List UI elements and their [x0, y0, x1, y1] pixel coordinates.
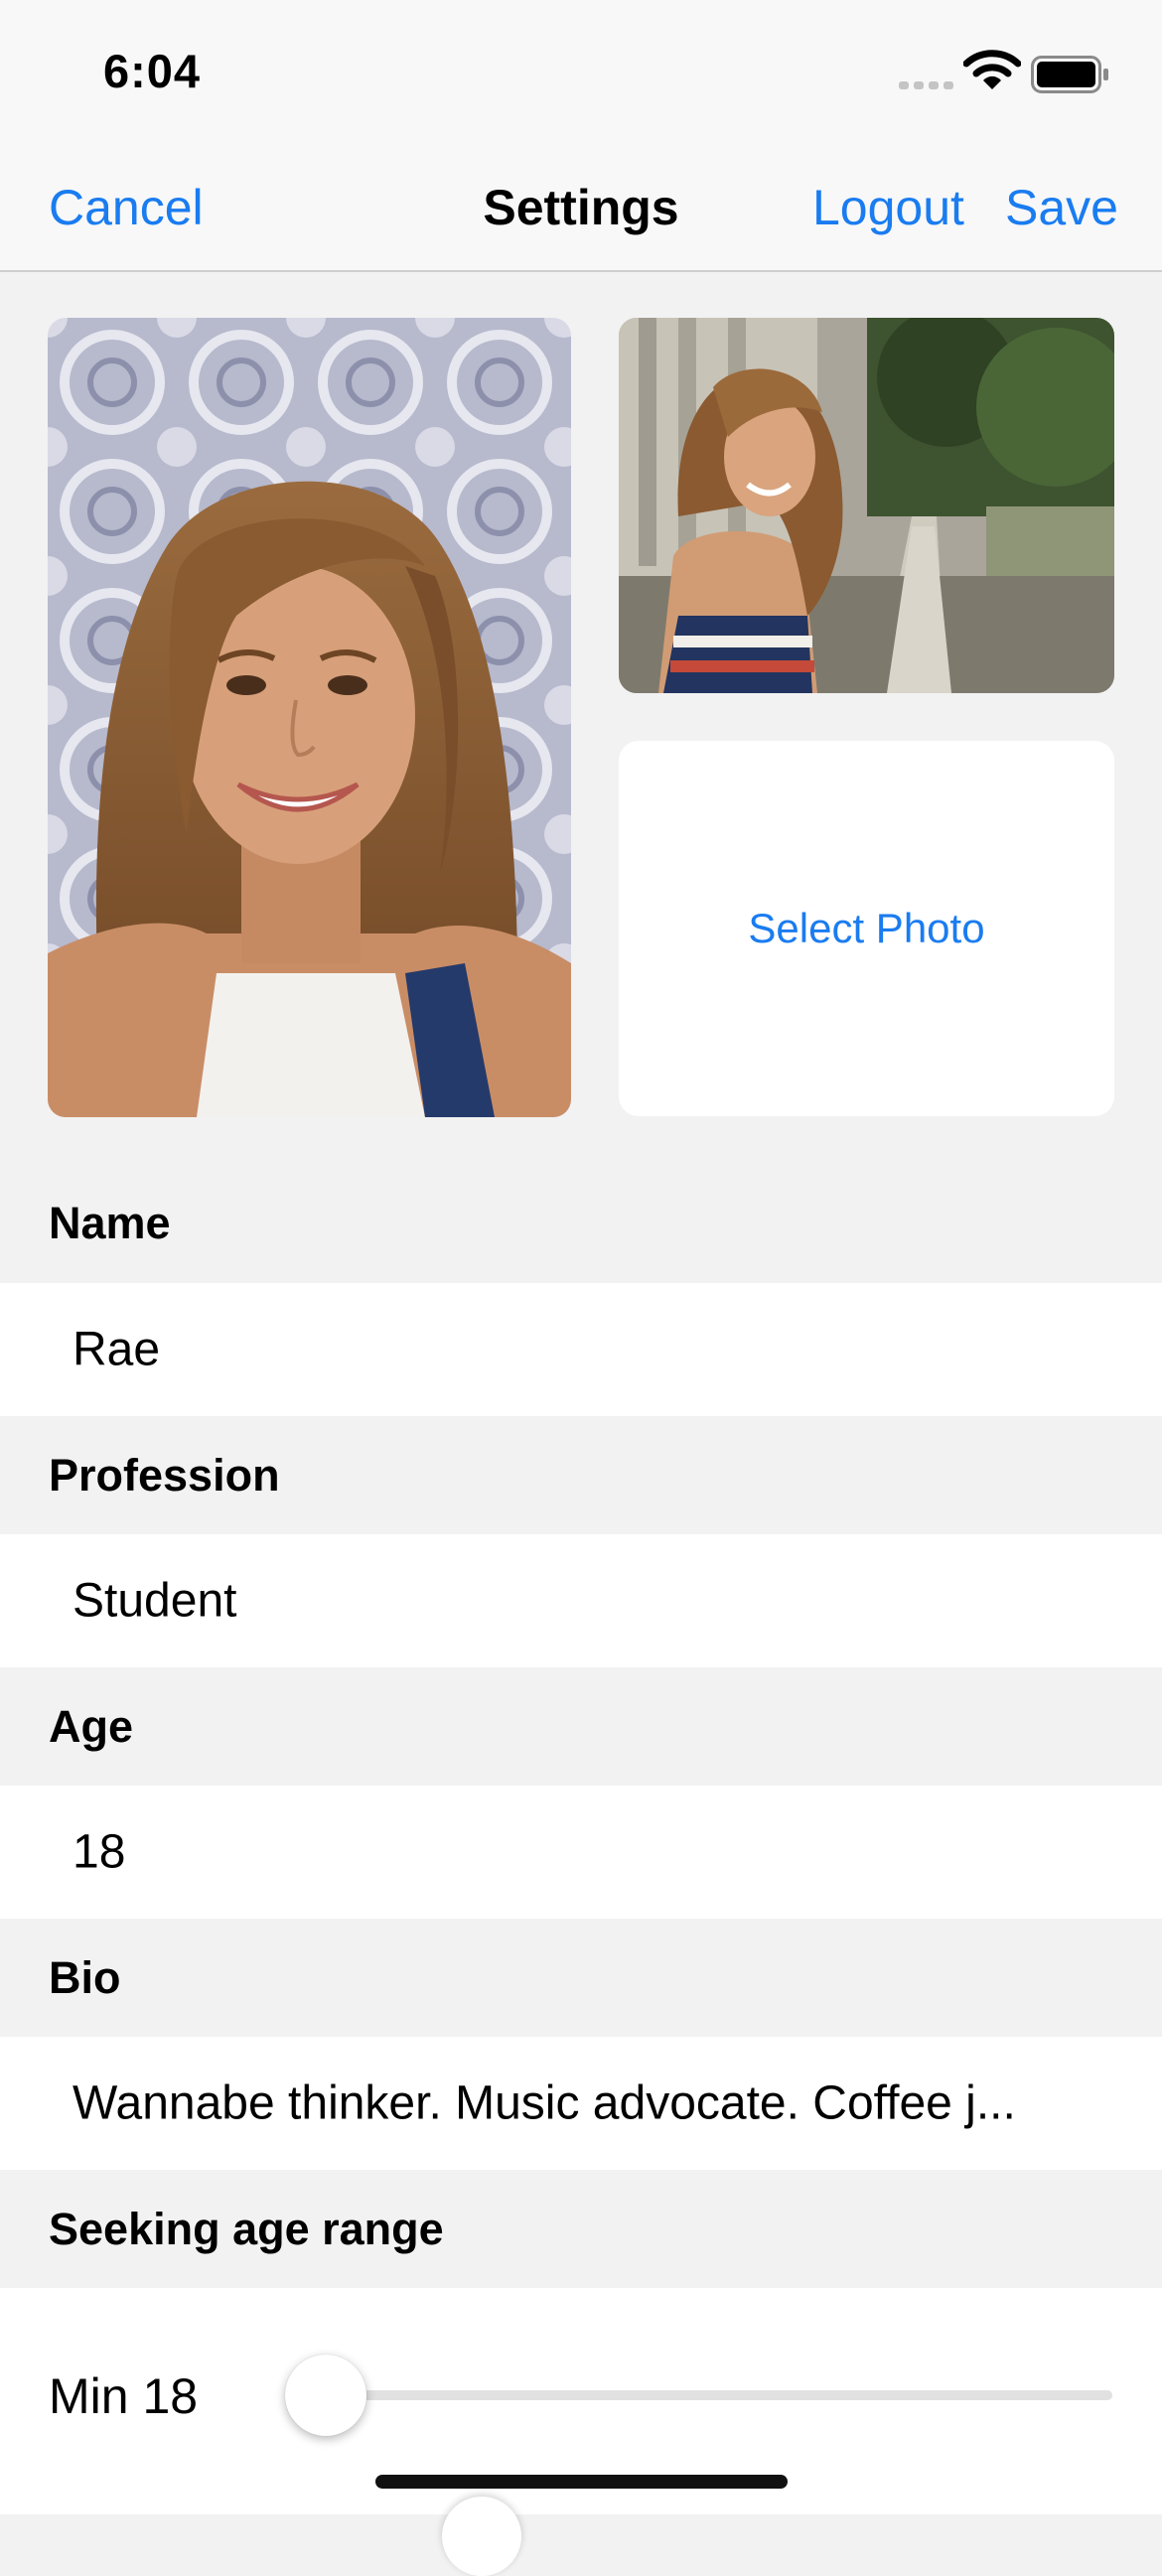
signal-icon [899, 81, 953, 89]
page-title: Settings [483, 180, 679, 235]
profile-photo-1[interactable] [48, 318, 571, 1117]
profession-field[interactable]: Student [0, 1534, 1162, 1667]
age-field-value: 18 [73, 1825, 126, 1879]
profile-photo-1-image [48, 318, 571, 1117]
max-age-slider-thumb[interactable] [442, 2497, 521, 2576]
min-age-slider-thumb[interactable] [285, 2355, 366, 2436]
select-photo-label: Select Photo [748, 905, 985, 951]
wifi-icon [963, 50, 1021, 89]
age-header-label: Age [49, 1701, 134, 1752]
seeking-age-range-header-label: Seeking age range [49, 2204, 444, 2254]
status-time: 6:04 [103, 45, 202, 97]
profession-field-value: Student [73, 1574, 237, 1628]
min-age-label: Min 18 [49, 2368, 199, 2424]
age-field[interactable]: 18 [0, 1786, 1162, 1919]
profession-header-label: Profession [49, 1450, 280, 1501]
bio-header-label: Bio [49, 1952, 121, 2003]
save-button[interactable]: Save [1005, 179, 1118, 236]
name-field-value: Rae [73, 1323, 161, 1376]
logout-button[interactable]: Logout [812, 179, 964, 236]
battery-icon [1031, 56, 1108, 93]
bio-field[interactable]: Wannabe thinker. Music advocate. Coffee … [0, 2037, 1162, 2170]
profile-photo-2-image [619, 318, 1114, 693]
profession-header: Profession [0, 1416, 1162, 1535]
min-age-slider-track[interactable] [318, 2390, 1112, 2400]
seeking-age-range-header: Seeking age range [0, 2170, 1162, 2289]
nav-bar: Cancel Settings Logout Save [0, 139, 1162, 272]
status-bar: 6:04 [0, 0, 1162, 139]
name-header: Name [0, 1164, 1162, 1283]
name-field[interactable]: Rae [0, 1283, 1162, 1416]
home-indicator [375, 2475, 788, 2489]
age-header: Age [0, 1667, 1162, 1787]
bio-header: Bio [0, 1919, 1162, 2038]
select-photo-button[interactable]: Select Photo [619, 741, 1114, 1116]
bio-field-value: Wannabe thinker. Music advocate. Coffee … [73, 2076, 1016, 2130]
name-header-label: Name [49, 1198, 171, 1248]
profile-photo-2[interactable] [619, 318, 1114, 693]
